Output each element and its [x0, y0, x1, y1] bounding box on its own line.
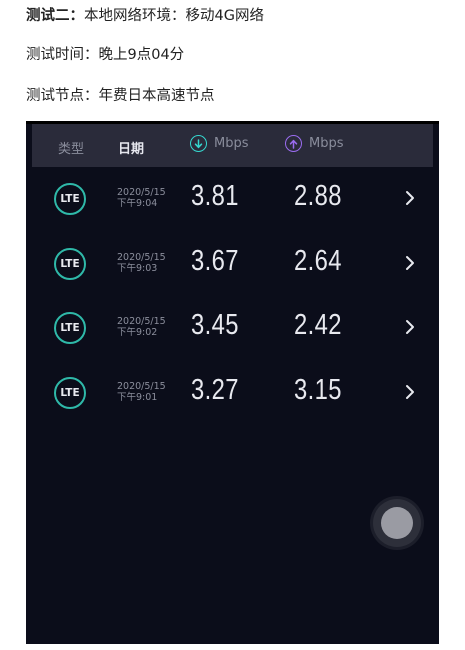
upload-speed: 3.15 [294, 374, 342, 406]
result-time: 下午9:02 [117, 327, 158, 338]
upload-speed: 2.64 [294, 245, 342, 277]
test-time-line: 测试时间：晚上9点04分 [26, 47, 185, 63]
upload-unit: Mbps [309, 136, 344, 151]
network-env-text: 本地网络环境：移动4G网络 [84, 8, 264, 24]
fab-inner-circle [381, 507, 413, 539]
download-speed: 3.81 [191, 180, 239, 212]
results-header: 类型 日期 Mbps Mbps [32, 124, 433, 167]
result-datetime: 2020/5/15 下午9:03 [117, 252, 166, 274]
result-row[interactable]: LTE 2020/5/15 下午9:02 3.45 2.42 [26, 298, 439, 362]
result-datetime: 2020/5/15 下午9:04 [117, 187, 166, 209]
column-upload-header[interactable]: Mbps [285, 135, 344, 152]
network-type-badge: LTE [54, 377, 86, 409]
column-type-header[interactable]: 类型 [58, 138, 84, 157]
test-title-label: 测试二： [26, 8, 84, 24]
network-type-badge: LTE [54, 248, 86, 280]
download-unit: Mbps [214, 136, 249, 151]
upload-speed: 2.42 [294, 309, 342, 341]
result-time: 下午9:04 [117, 198, 158, 209]
arrow-down-circle-icon [190, 135, 207, 152]
result-date: 2020/5/15 [117, 187, 166, 198]
upload-speed: 2.88 [294, 180, 342, 212]
chevron-right-icon[interactable] [404, 254, 416, 272]
test-node-line: 测试节点：年费日本高速节点 [26, 88, 215, 104]
chevron-right-icon[interactable] [404, 383, 416, 401]
result-time: 下午9:01 [117, 392, 158, 403]
result-row[interactable]: LTE 2020/5/15 下午9:04 3.81 2.88 [26, 169, 439, 233]
download-speed: 3.45 [191, 309, 239, 341]
chevron-right-icon[interactable] [404, 318, 416, 336]
download-speed: 3.27 [191, 374, 239, 406]
network-type-badge: LTE [54, 183, 86, 215]
result-row[interactable]: LTE 2020/5/15 下午9:01 3.27 3.15 [26, 363, 439, 427]
arrow-up-circle-icon [285, 135, 302, 152]
result-datetime: 2020/5/15 下午9:01 [117, 381, 166, 403]
download-speed: 3.67 [191, 245, 239, 277]
network-type-badge: LTE [54, 312, 86, 344]
result-date: 2020/5/15 [117, 252, 166, 263]
column-date-header[interactable]: 日期 [118, 138, 144, 157]
result-time: 下午9:03 [117, 263, 158, 274]
test-title-line: 测试二：本地网络环境：移动4G网络 [26, 4, 264, 25]
result-row[interactable]: LTE 2020/5/15 下午9:03 3.67 2.64 [26, 234, 439, 298]
chevron-right-icon[interactable] [404, 189, 416, 207]
result-date: 2020/5/15 [117, 381, 166, 392]
column-download-header[interactable]: Mbps [190, 135, 249, 152]
result-datetime: 2020/5/15 下午9:02 [117, 316, 166, 338]
result-date: 2020/5/15 [117, 316, 166, 327]
floating-action-button[interactable] [373, 499, 421, 547]
speedtest-screenshot: 类型 日期 Mbps Mbps LTE 2020/5/15 下午9:04 3.8… [26, 121, 439, 644]
